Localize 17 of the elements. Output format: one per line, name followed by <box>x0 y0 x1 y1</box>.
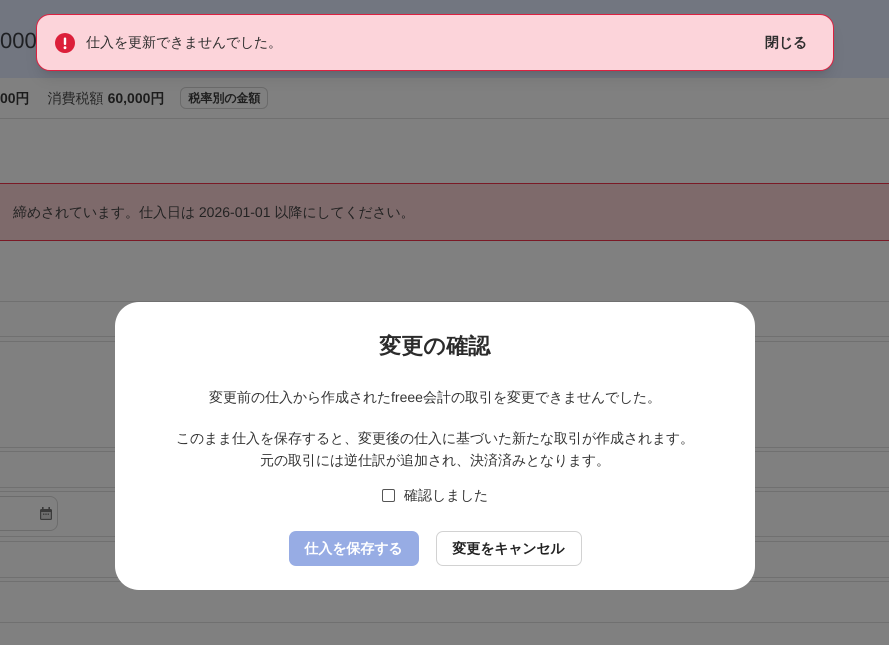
checkbox-label[interactable]: 確認しました <box>404 484 488 506</box>
dialog-title: 変更の確認 <box>380 332 490 360</box>
alert-icon <box>55 32 75 52</box>
total-amount-text: 00円 <box>0 88 30 108</box>
error-banner-message: 締めされています。仕入日は 2026-01-01 以降にしてください。 <box>13 202 414 222</box>
tax-label: 消費税額 <box>48 88 104 108</box>
cancel-button[interactable]: 変更をキャンセル <box>436 531 582 566</box>
date-field[interactable] <box>0 496 58 531</box>
tax-amount-text: 60,000円 <box>108 88 164 108</box>
toast-message: 仕入を更新できませんでした。 <box>86 33 282 52</box>
calendar-icon <box>40 507 52 520</box>
dialog-message: 変更前の仕入から作成されたfreee会計の取引を変更できませんでした。 <box>209 388 661 407</box>
dialog-message: このまま仕入を保存すると、変更後の仕入に基づいた新たな取引が作成されます。 元の取引には逆仕訳が追加され、決済済みとなります。 <box>176 429 694 470</box>
amount-text: 000 <box>0 27 37 55</box>
checkbox[interactable] <box>382 488 395 502</box>
close-button[interactable]: 閉じる <box>763 30 809 55</box>
tax-rate-breakdown-button[interactable]: 税率別の金額 <box>180 87 268 109</box>
